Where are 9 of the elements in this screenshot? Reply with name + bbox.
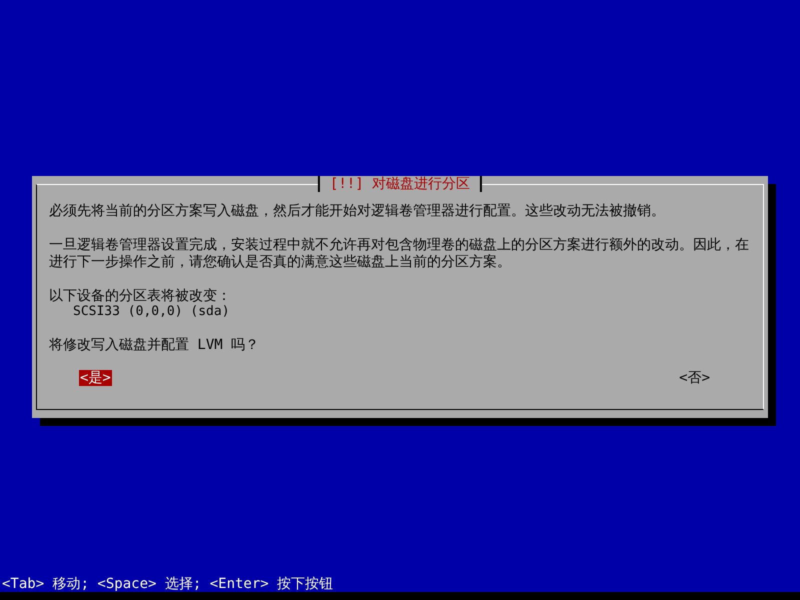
dialog-button[interactable]: <是> [79, 370, 112, 386]
question-text: 将修改写入磁盘并配置 LVM 吗？ [49, 337, 260, 353]
message-text: 必须先将当前的分区方案写入磁盘，然后才能开始对逻辑卷管理器进行配置。这些改动无法被撤销。 [49, 203, 666, 220]
devices-label: 以下设备的分区表将被改变： [49, 288, 232, 304]
status-bar-text: <Tab> 移动; <Space> 选择; <Enter> 按下按钮 [0, 576, 800, 592]
message-text: 一旦逻辑卷管理器设置完成，安装过程中就不允许再对包含物理卷的磁盘上的分区方案进行额外的改动。因此，在进行下一步操作之前，请您确认是否真的满意这些磁盘上当前的分区方案。 [49, 237, 750, 271]
device-item: SCSI33 (0,0,0) (sda) [72, 304, 231, 320]
dialog-title: [!!] 对磁盘进行分区 [318, 176, 482, 192]
dialog-button[interactable]: <否> [678, 370, 711, 386]
